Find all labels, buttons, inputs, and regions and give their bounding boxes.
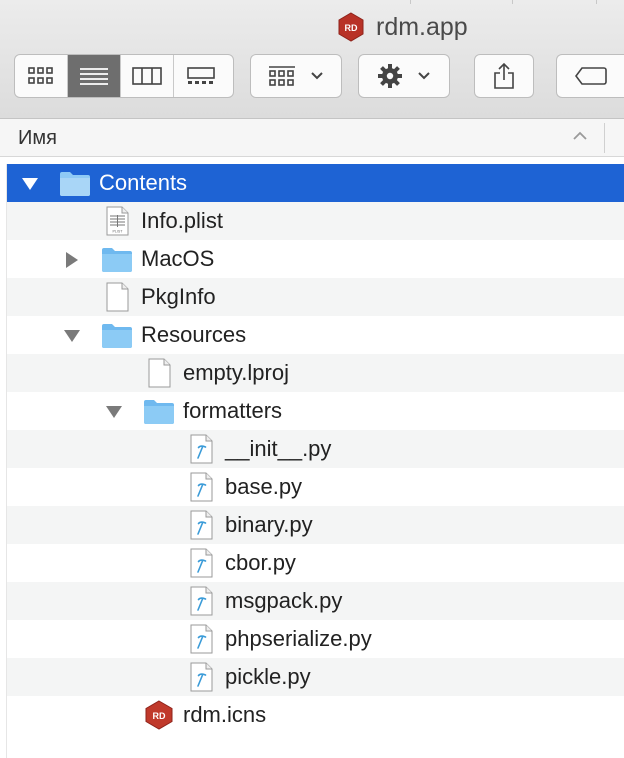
file-row[interactable]: msgpack.py	[7, 582, 624, 620]
folder-icon	[102, 248, 132, 272]
file-row[interactable]: base.py	[7, 468, 624, 506]
plist-file-icon: PLIST	[106, 206, 129, 236]
file-name: PkgInfo	[141, 284, 216, 309]
python-file-icon	[190, 434, 213, 464]
folder-icon	[144, 400, 174, 424]
title-bar-edge	[0, 0, 624, 4]
column-divider[interactable]	[604, 123, 605, 153]
file-name: MacOS	[141, 246, 215, 271]
sort-ascending-icon[interactable]	[572, 131, 588, 141]
python-file-icon	[190, 624, 213, 654]
view-mode-control[interactable]	[14, 54, 234, 98]
icon-view-button[interactable]	[15, 55, 68, 97]
file-row[interactable]: binary.py	[7, 506, 624, 544]
file-list[interactable]: Contents PLIST Info.plist MacOS PkgInfo Resou…	[6, 164, 624, 758]
file-row[interactable]: phpserialize.py	[7, 620, 624, 658]
file-name: rdm.icns	[183, 702, 267, 727]
gallery-view-icon	[186, 67, 215, 84]
file-row[interactable]: empty.lproj	[7, 354, 624, 392]
gear-icon	[378, 64, 402, 88]
file-name: pickle.py	[225, 664, 311, 689]
file-name: phpserialize.py	[225, 626, 372, 651]
file-name: Info.plist	[141, 208, 223, 233]
file-name: cbor.py	[225, 550, 296, 575]
window-toolbar: RD rdm.app	[0, 0, 624, 119]
file-row[interactable]: PkgInfo	[7, 278, 624, 316]
tags-button[interactable]	[556, 54, 624, 98]
svg-text:RD: RD	[345, 23, 358, 33]
disclosure-expanded-icon[interactable]	[63, 328, 81, 344]
rdm-app-icon: RD	[145, 700, 173, 730]
folder-row[interactable]: Resources	[7, 316, 624, 354]
svg-text:PLIST: PLIST	[113, 230, 124, 234]
file-name: base.py	[225, 474, 303, 499]
document-icon	[106, 282, 129, 312]
tag-icon	[574, 67, 607, 85]
action-button[interactable]	[358, 54, 450, 98]
folder-row[interactable]: MacOS	[7, 240, 624, 278]
window-title: RD rdm.app	[336, 12, 468, 42]
column-view-icon	[132, 67, 162, 85]
document-icon	[148, 358, 171, 388]
file-row[interactable]: __init__.py	[7, 430, 624, 468]
folder-row[interactable]: Contents	[7, 164, 624, 202]
python-file-icon	[190, 586, 213, 616]
file-row[interactable]: pickle.py	[7, 658, 624, 696]
file-name: formatters	[183, 398, 283, 423]
folder-icon	[102, 324, 132, 348]
python-file-icon	[190, 510, 213, 540]
file-row[interactable]: cbor.py	[7, 544, 624, 582]
file-name: __init__.py	[225, 436, 332, 461]
list-view-icon	[80, 68, 108, 85]
file-name: empty.lproj	[183, 360, 289, 385]
python-file-icon	[190, 548, 213, 578]
group-icon	[269, 66, 295, 86]
chevron-down-icon	[311, 72, 323, 80]
file-name: msgpack.py	[225, 588, 343, 613]
gallery-view-button[interactable]	[174, 55, 227, 97]
column-view-button[interactable]	[121, 55, 174, 97]
file-row[interactable]: PLIST Info.plist	[7, 202, 624, 240]
share-button[interactable]	[474, 54, 534, 98]
disclosure-expanded-icon[interactable]	[21, 176, 39, 192]
folder-row[interactable]: formatters	[7, 392, 624, 430]
share-icon	[494, 62, 514, 89]
file-name: binary.py	[225, 512, 313, 537]
icon-view-icon	[28, 67, 53, 84]
rdm-app-icon: RD	[338, 12, 364, 42]
file-name: Resources	[141, 322, 247, 347]
folder-icon	[60, 172, 90, 196]
file-name: Contents	[99, 170, 188, 195]
column-header[interactable]: Имя	[0, 119, 624, 157]
chevron-down-icon	[418, 72, 430, 80]
python-file-icon	[190, 472, 213, 502]
python-file-icon	[190, 662, 213, 692]
group-by-button[interactable]	[250, 54, 342, 98]
name-column-label: Имя	[18, 127, 57, 149]
list-view-button[interactable]	[68, 55, 121, 97]
file-row[interactable]: RD rdm.icns	[7, 696, 624, 734]
disclosure-expanded-icon[interactable]	[105, 404, 123, 420]
window-title-text: rdm.app	[376, 12, 468, 41]
svg-text:RD: RD	[153, 711, 166, 721]
disclosure-collapsed-icon[interactable]	[63, 252, 81, 268]
